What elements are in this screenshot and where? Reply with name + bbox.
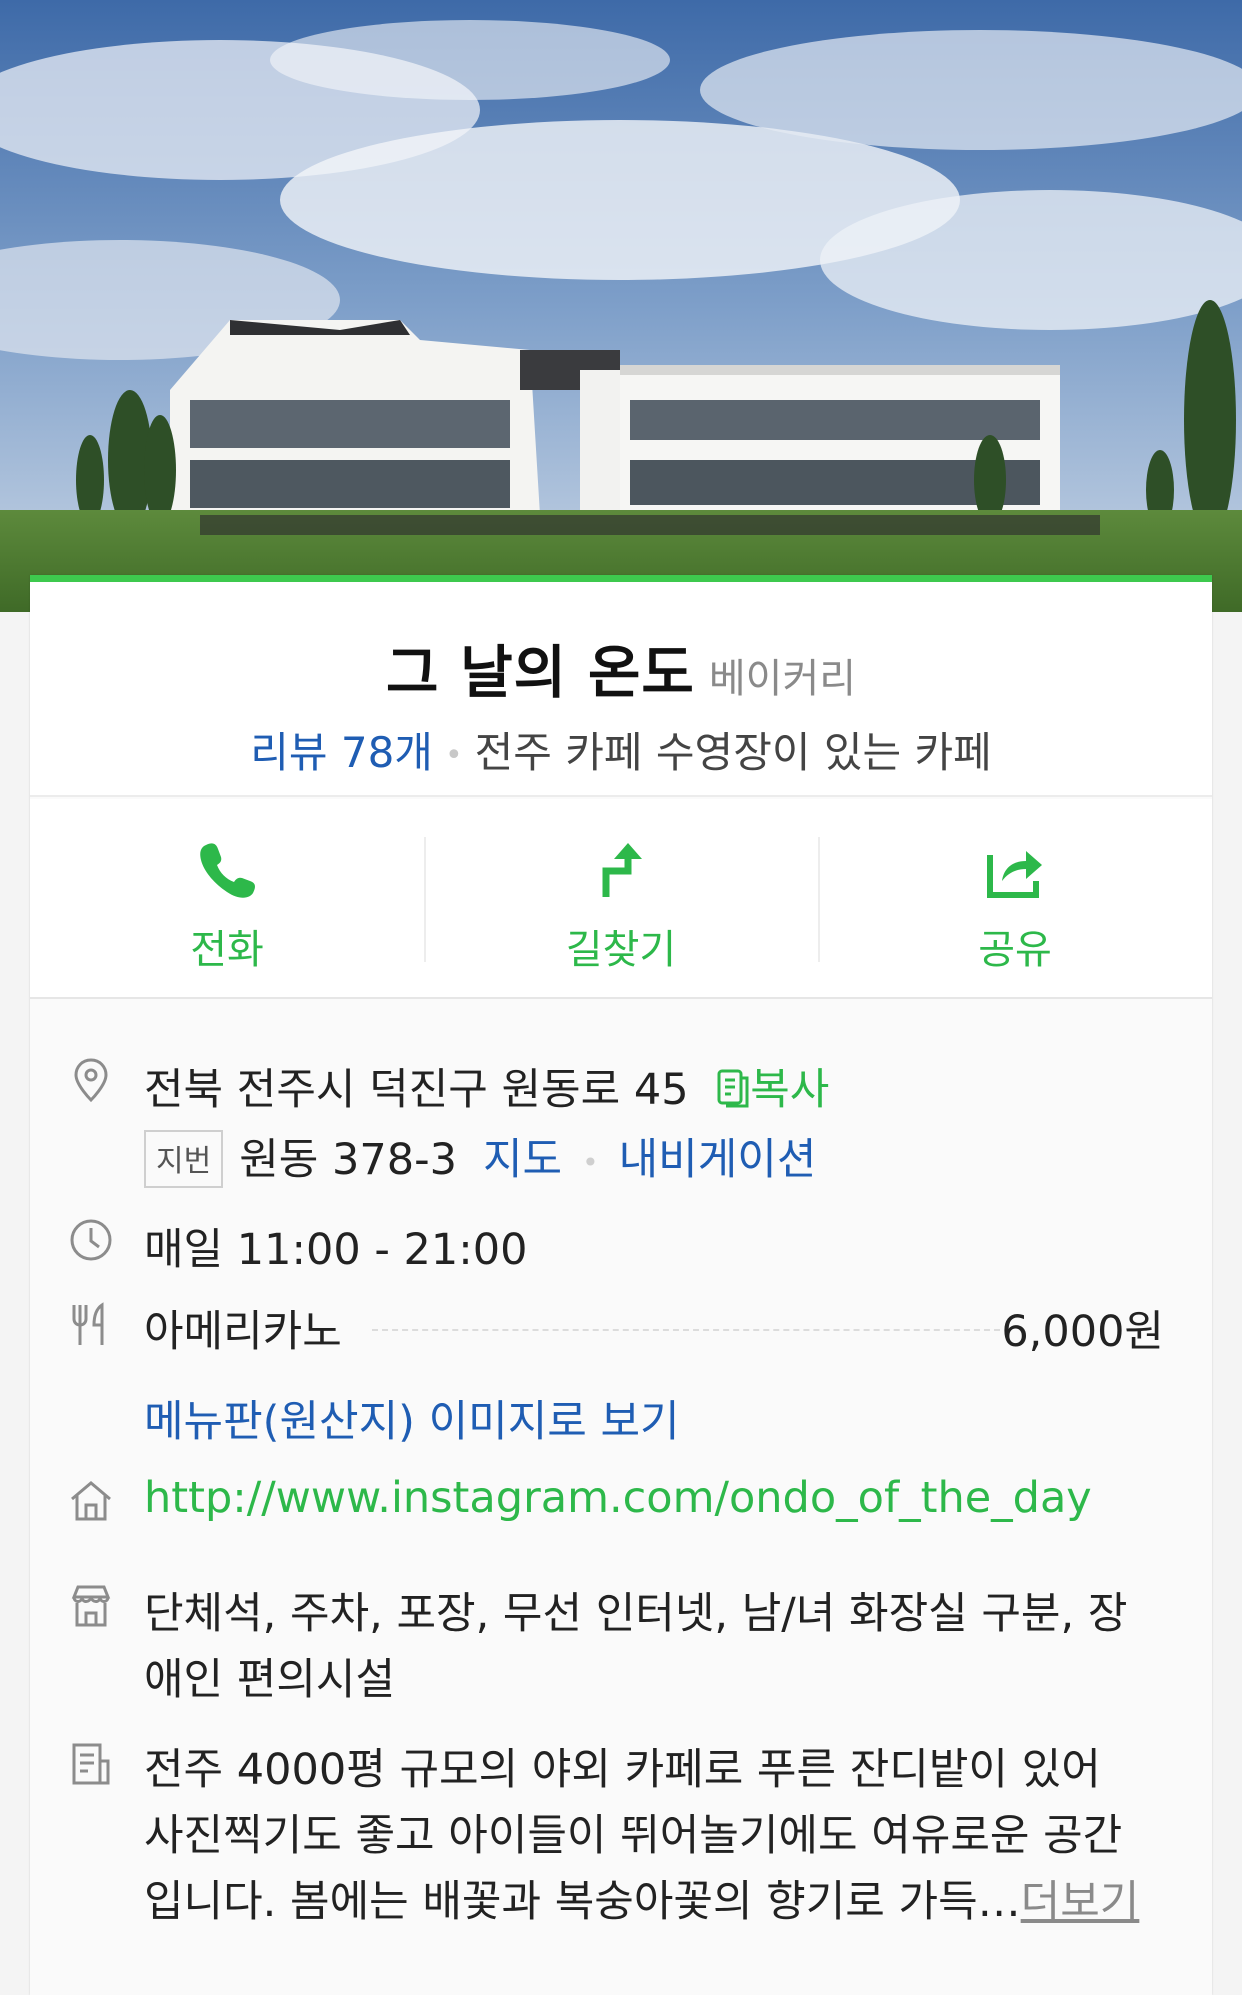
accent-bar xyxy=(30,575,1212,582)
call-button[interactable]: 전화 xyxy=(30,799,424,997)
phone-icon xyxy=(200,843,255,898)
more-link[interactable]: 더보기 xyxy=(1021,1877,1140,1927)
directions-label: 길찾기 xyxy=(565,927,677,973)
title-block: 그 날의 온도 베이커리 리뷰 78개 • 전주 카페 수영장이 있는 카페 xyxy=(30,582,1212,797)
homepage-link[interactable]: http://www.instagram.com/ondo_of_the_day xyxy=(144,1473,1092,1523)
place-tagline: 전주 카페 수영장이 있는 카페 xyxy=(474,728,992,777)
separator-dot: • xyxy=(582,1146,599,1179)
share-icon xyxy=(987,851,1042,898)
description-line2: 사진찍기도 좋고 아이들이 뛰어놀기에도 여유로운 공간 xyxy=(144,1811,1123,1861)
menu-item-price: 6,000원 xyxy=(1001,1307,1164,1357)
directions-icon xyxy=(602,843,642,897)
subtitle-row: 리뷰 78개 • 전주 카페 수영장이 있는 카페 xyxy=(30,719,1212,780)
menu-image-link[interactable]: 메뉴판(원산지) 이미지로 보기 xyxy=(144,1387,680,1449)
action-bar: 전화 길찾기 공유 xyxy=(30,799,1212,999)
share-button[interactable]: 공유 xyxy=(818,799,1212,997)
review-count-link[interactable]: 리뷰 78개 xyxy=(250,728,433,777)
home-icon xyxy=(71,1481,111,1521)
document-icon xyxy=(72,1743,110,1785)
jibun-badge: 지번 xyxy=(144,1129,224,1188)
place-category: 베이커리 xyxy=(708,656,857,702)
directions-button[interactable]: 길찾기 xyxy=(424,799,818,997)
copy-icon xyxy=(717,1069,749,1108)
description-line1: 전주 4000평 규모의 야외 카페로 푸른 잔디밭이 있어 xyxy=(144,1745,1101,1795)
menu-item-name: 아메리카노 xyxy=(144,1307,342,1357)
clock-icon xyxy=(70,1219,112,1261)
opening-hours: 매일 11:00 - 21:00 xyxy=(144,1225,528,1275)
call-label: 전화 xyxy=(190,927,264,973)
fork-knife-icon xyxy=(72,1302,104,1345)
facilities-text-line1: 단체석, 주차, 포장, 무선 인터넷, 남/녀 화장실 구분, 장 xyxy=(144,1589,1128,1639)
copy-address-button[interactable]: 복사 xyxy=(716,1065,829,1115)
hero-photo xyxy=(0,0,1242,612)
address-text: 전북 전주시 덕진구 원동로 45 xyxy=(144,1065,689,1115)
separator-dot: • xyxy=(444,738,463,773)
navigation-link[interactable]: 내비게이션 xyxy=(619,1135,817,1185)
copy-label: 복사 xyxy=(750,1065,830,1115)
description-line3: 입니다. 봄에는 배꽃과 복숭아꽃의 향기로 가득… xyxy=(144,1877,1021,1927)
location-pin-icon xyxy=(74,1058,108,1103)
share-label: 공유 xyxy=(978,927,1052,973)
place-name: 그 날의 온도 xyxy=(385,640,695,706)
jibun-address: 원동 378-3 xyxy=(239,1135,457,1185)
place-card: 그 날의 온도 베이커리 리뷰 78개 • 전주 카페 수영장이 있는 카페 전화 길… xyxy=(30,575,1212,1995)
facilities-text-line2: 애인 편의시설 xyxy=(144,1655,396,1705)
title-row: 그 날의 온도 베이커리 xyxy=(30,627,1212,709)
store-icon xyxy=(71,1585,111,1627)
map-link[interactable]: 지도 xyxy=(483,1135,562,1185)
dotted-leader xyxy=(372,1329,1000,1331)
